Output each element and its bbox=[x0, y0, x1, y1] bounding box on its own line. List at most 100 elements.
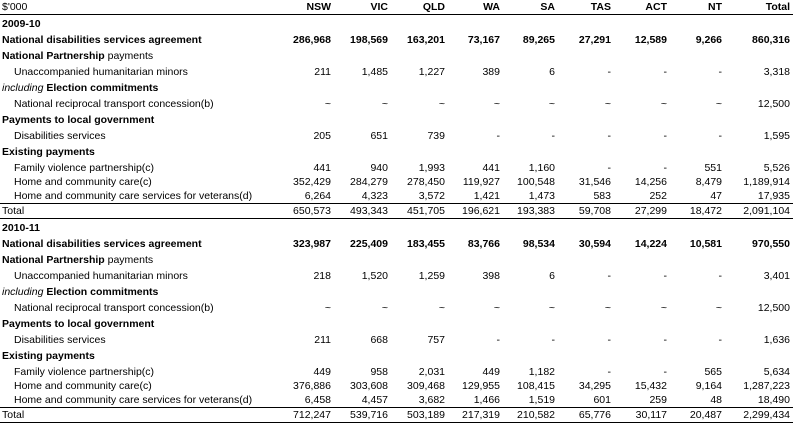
year-heading-label: 2009-10 bbox=[2, 18, 41, 30]
table-cell: 30,594 bbox=[578, 238, 611, 250]
veterans-care-row-label: Home and community care services for vet… bbox=[14, 190, 253, 202]
table-cell: ~ bbox=[493, 302, 500, 314]
table-cell: - bbox=[663, 366, 668, 378]
table-cell: - bbox=[663, 334, 668, 346]
table-cell: 6 bbox=[549, 270, 555, 282]
disabilities-services-row: Disabilities services 211 668 757 - - - - - 1,636 bbox=[0, 333, 793, 347]
table-cell: 1,466 bbox=[473, 394, 500, 406]
np-bold: National Partnership bbox=[2, 254, 105, 266]
total-row-label: Total bbox=[0, 407, 276, 423]
table-cell: 15,432 bbox=[634, 380, 667, 392]
family-violence-row-label: Family violence partnership(c) bbox=[14, 162, 155, 174]
table-cell: 20,487 bbox=[670, 407, 725, 423]
table-cell: 59,708 bbox=[558, 203, 614, 219]
table-cell: - bbox=[718, 130, 723, 142]
table-cell: 451,705 bbox=[391, 203, 448, 219]
total-row-label: Total bbox=[0, 203, 276, 219]
table-cell: 225,409 bbox=[350, 238, 388, 250]
ec-italic: including bbox=[2, 286, 44, 298]
table-cell: 398 bbox=[482, 270, 500, 282]
table-cell: 3,572 bbox=[418, 190, 445, 202]
existing-payments-heading: Existing payments bbox=[0, 143, 793, 161]
col-header-act: ACT bbox=[614, 0, 670, 15]
disabilities-services-row-label: Disabilities services bbox=[14, 130, 106, 142]
table-cell: 196,621 bbox=[448, 203, 503, 219]
veterans-care-row: Home and community care services for vet… bbox=[0, 393, 793, 408]
table-cell: 757 bbox=[427, 334, 445, 346]
election-commitments-heading-label: including Election commitments bbox=[0, 283, 793, 301]
col-header-wa: WA bbox=[448, 0, 503, 15]
table-cell: 503,189 bbox=[391, 407, 448, 423]
table-cell: 108,415 bbox=[517, 380, 555, 392]
table-cell: 89,265 bbox=[522, 34, 555, 46]
table-cell: - bbox=[663, 66, 668, 78]
nda-row: National disabilities services agreement… bbox=[0, 33, 793, 47]
np-rest: payments bbox=[104, 254, 154, 266]
table-cell: 940 bbox=[370, 162, 388, 174]
table-cell: 65,776 bbox=[558, 407, 614, 423]
table-cell: - bbox=[663, 162, 668, 174]
unit-label: $'000 bbox=[0, 0, 276, 15]
veterans-care-row: Home and community care services for vet… bbox=[0, 189, 793, 204]
nda-row-label: National disabilities services agreement bbox=[2, 238, 202, 250]
table-cell: 47 bbox=[710, 190, 722, 202]
local-government-heading: Payments to local government bbox=[0, 111, 793, 129]
table-cell: 712,247 bbox=[276, 407, 334, 423]
table-cell: - bbox=[718, 270, 723, 282]
table-cell: 18,490 bbox=[757, 394, 790, 406]
col-header-total: Total bbox=[725, 0, 793, 15]
transport-concession-row: National reciprocal transport concession… bbox=[0, 301, 793, 315]
col-header-nsw: NSW bbox=[276, 0, 334, 15]
unaccompanied-minors-row-label: Unaccompanied humanitarian minors bbox=[14, 270, 188, 282]
table-cell: 668 bbox=[370, 334, 388, 346]
table-cell: 1,189,914 bbox=[743, 176, 790, 188]
table-cell: 18,472 bbox=[670, 203, 725, 219]
table-cell: ~ bbox=[324, 98, 331, 110]
table-cell: 31,546 bbox=[578, 176, 611, 188]
np-bold: National Partnership bbox=[2, 50, 105, 62]
table-cell: 5,526 bbox=[763, 162, 790, 174]
table-cell: 30,117 bbox=[614, 407, 670, 423]
unaccompanied-minors-row-label: Unaccompanied humanitarian minors bbox=[14, 66, 188, 78]
ec-italic: including bbox=[2, 82, 44, 94]
table-cell: 1,520 bbox=[361, 270, 388, 282]
table-cell: 449 bbox=[482, 366, 500, 378]
table-cell: ~ bbox=[438, 98, 445, 110]
table-cell: 389 bbox=[482, 66, 500, 78]
election-commitments-heading: including Election commitments bbox=[0, 79, 793, 97]
table-cell: 4,323 bbox=[361, 190, 388, 202]
table-cell: 1,473 bbox=[528, 190, 555, 202]
table-cell: - bbox=[607, 66, 612, 78]
table-cell: 539,716 bbox=[334, 407, 391, 423]
table-cell: - bbox=[496, 334, 501, 346]
table-cell: 1,160 bbox=[528, 162, 555, 174]
family-violence-row: Family violence partnership(c) 441 940 1,99… bbox=[0, 161, 793, 175]
existing-payments-heading-label: Existing payments bbox=[2, 350, 95, 362]
table-cell: 129,955 bbox=[462, 380, 500, 392]
election-commitments-heading: including Election commitments bbox=[0, 283, 793, 301]
family-violence-row-label: Family violence partnership(c) bbox=[14, 366, 155, 378]
table-cell: 259 bbox=[649, 394, 667, 406]
table-cell: ~ bbox=[493, 98, 500, 110]
table-cell: ~ bbox=[438, 302, 445, 314]
table-cell: 198,569 bbox=[350, 34, 388, 46]
veterans-care-row-label: Home and community care services for vet… bbox=[14, 394, 253, 406]
home-community-care-row-label: Home and community care(c) bbox=[14, 176, 152, 188]
transport-concession-row-label: National reciprocal transport concession… bbox=[14, 98, 214, 110]
table-cell: - bbox=[663, 130, 668, 142]
table-cell: - bbox=[496, 130, 501, 142]
table-cell: ~ bbox=[604, 302, 611, 314]
unaccompanied-minors-row: Unaccompanied humanitarian minors 218 1,52… bbox=[0, 269, 793, 283]
table-cell: - bbox=[718, 66, 723, 78]
year-heading-label: 2010-11 bbox=[2, 222, 40, 234]
table-cell: ~ bbox=[548, 302, 555, 314]
election-commitments-heading-label: including Election commitments bbox=[0, 79, 793, 97]
table-cell: 48 bbox=[710, 394, 722, 406]
table-cell: 2,299,434 bbox=[725, 407, 793, 423]
table-cell: ~ bbox=[548, 98, 555, 110]
table-cell: 83,766 bbox=[467, 238, 500, 250]
table-cell: 73,167 bbox=[467, 34, 500, 46]
national-partnership-heading: National Partnership payments bbox=[0, 251, 793, 269]
table-cell: 3,682 bbox=[418, 394, 445, 406]
table-cell: 34,295 bbox=[578, 380, 611, 392]
